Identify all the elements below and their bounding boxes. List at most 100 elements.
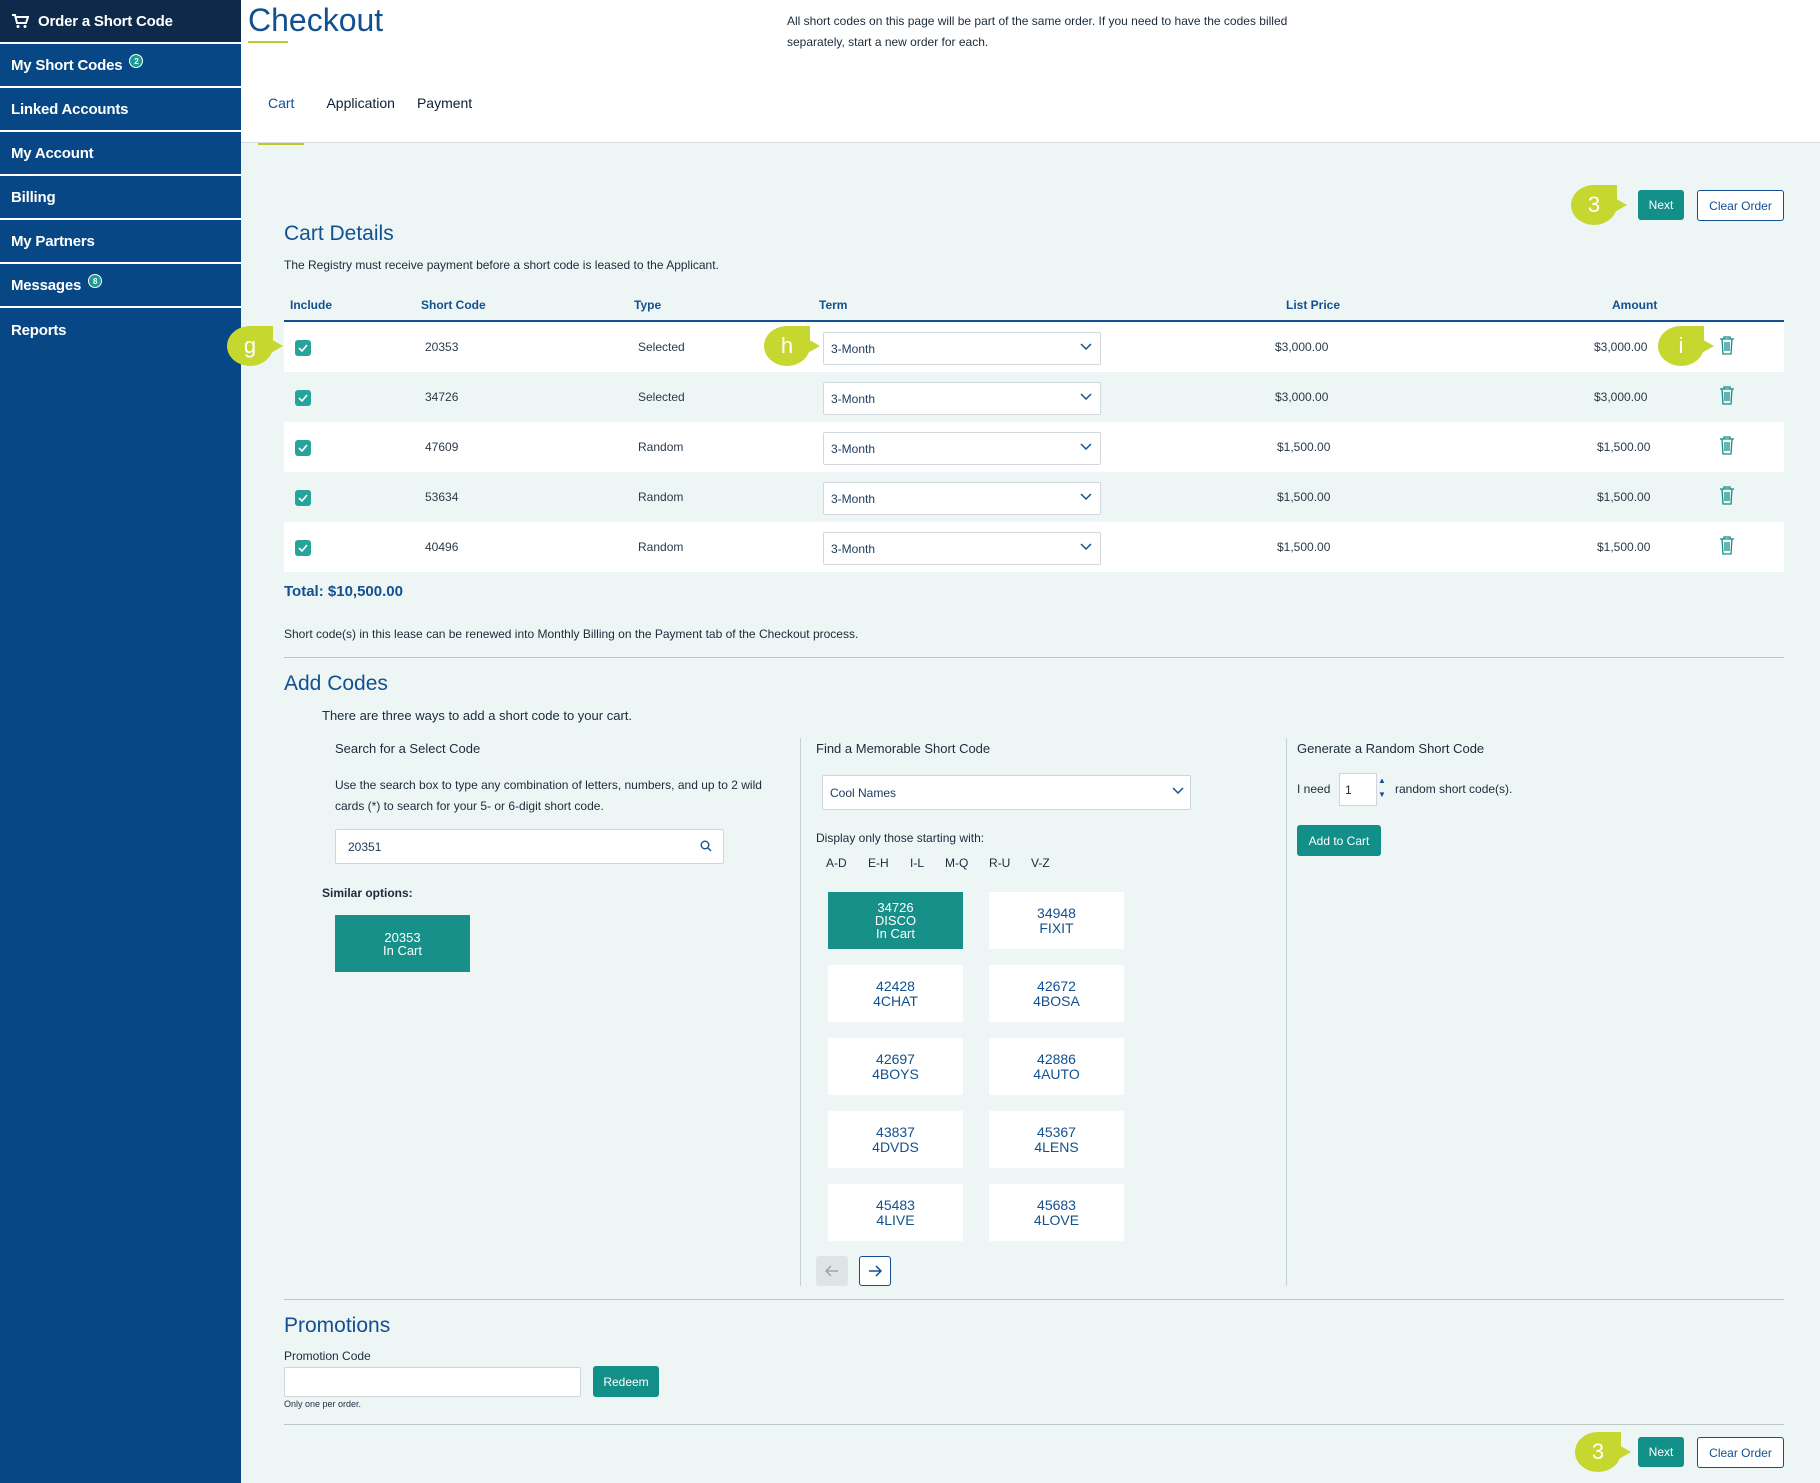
similar-options-label: Similar options: [322, 886, 413, 900]
title-underline [248, 41, 288, 43]
category-select[interactable]: Cool Names [822, 775, 1191, 810]
range-filter[interactable]: R-U [989, 856, 1010, 870]
search-icon[interactable] [700, 840, 712, 852]
tile-code: 42672 [1037, 977, 1076, 994]
tile-code: 42886 [1037, 1050, 1076, 1067]
tab-application[interactable]: Application [326, 95, 395, 145]
add-to-cart-button[interactable]: Add to Cart [1297, 825, 1381, 856]
tile-name: 4CHAT [873, 992, 918, 1009]
sidebar-item-billing[interactable]: Billing [0, 176, 241, 220]
term-value: 3-Month [831, 392, 876, 406]
include-checkbox[interactable] [295, 540, 311, 556]
sidebar-item-messages[interactable]: Messages 8 [0, 264, 241, 308]
list-price-cell: $1,500.00 [1277, 540, 1331, 554]
sidebar-item-my-account[interactable]: My Account [0, 132, 241, 176]
prev-page-button[interactable] [816, 1256, 848, 1286]
next-page-button[interactable] [859, 1256, 891, 1286]
term-select[interactable]: 3-Month [823, 432, 1101, 465]
term-select[interactable]: 3-Month [823, 382, 1101, 415]
sidebar-item-my-short-codes[interactable]: My Short Codes 2 [0, 44, 241, 88]
range-filter[interactable]: I-L [910, 856, 924, 870]
tile-name: 4BOSA [1033, 992, 1080, 1009]
sidebar-item-order-short-code[interactable]: Order a Short Code [0, 0, 241, 44]
column-header: Short Code [421, 298, 486, 312]
include-checkbox[interactable] [295, 390, 311, 406]
sidebar-item-linked-accounts[interactable]: Linked Accounts [0, 88, 241, 132]
range-filter[interactable]: M-Q [945, 856, 968, 870]
type-cell: Selected [638, 340, 685, 354]
sidebar-item-reports[interactable]: Reports [0, 308, 241, 352]
callout-marker: 3 [1571, 185, 1627, 225]
table-row: 34726 Selected 3-Month $3,000.00 $3,000.… [284, 372, 1784, 422]
term-value: 3-Month [831, 342, 876, 356]
memorable-code-tile[interactable]: 42428 4CHAT [828, 965, 963, 1022]
range-filter[interactable]: V-Z [1031, 856, 1050, 870]
tile-code: 42697 [876, 1050, 915, 1067]
term-select[interactable]: 3-Month [823, 532, 1101, 565]
promotion-code-input[interactable] [284, 1367, 581, 1397]
memorable-code-tile[interactable]: 45683 4LOVE [989, 1184, 1124, 1241]
tile-code: 45367 [1037, 1123, 1076, 1140]
memorable-code-tile[interactable]: 42886 4AUTO [989, 1038, 1124, 1095]
quantity-stepper[interactable]: ▲ ▼ [1378, 774, 1386, 802]
clear-order-button[interactable]: Clear Order [1697, 190, 1784, 221]
column-header: Amount [1612, 298, 1658, 312]
next-button[interactable]: Next [1638, 190, 1684, 220]
trash-icon[interactable] [1719, 436, 1735, 455]
range-filter[interactable]: A-D [826, 856, 847, 870]
chevron-down-icon [1080, 543, 1092, 551]
page-title: Checkout [248, 2, 384, 38]
tile-code: 43837 [876, 1123, 915, 1140]
term-select[interactable]: 3-Month [823, 332, 1101, 365]
callout-marker: i [1658, 326, 1714, 366]
range-filter[interactable]: E-H [868, 856, 889, 870]
memorable-code-tile[interactable]: 45483 4LIVE [828, 1184, 963, 1241]
clear-order-button[interactable]: Clear Order [1697, 1437, 1784, 1468]
term-select[interactable]: 3-Month [823, 482, 1101, 515]
chevron-down-icon [1080, 443, 1092, 451]
sidebar-item-my-partners[interactable]: My Partners [0, 220, 241, 264]
short-code-cell: 53634 [425, 490, 459, 504]
tile-code: 42428 [876, 977, 915, 994]
filter-label: Display only those starting with: [816, 831, 985, 845]
similar-code-tile[interactable]: 20353 In Cart [335, 915, 470, 972]
tab-payment[interactable]: Payment [417, 95, 472, 145]
trash-icon[interactable] [1719, 536, 1735, 555]
memorable-code-tile[interactable]: 34726 DISCO In Cart [828, 892, 963, 949]
type-cell: Random [638, 490, 684, 504]
sidebar-item-label: My Account [11, 144, 94, 162]
memorable-code-tile[interactable]: 34948 FIXIT [989, 892, 1124, 949]
sidebar-item-label: Billing [11, 188, 56, 206]
trash-icon[interactable] [1719, 336, 1735, 355]
tab-cart[interactable]: Cart [258, 95, 305, 145]
include-checkbox[interactable] [295, 490, 311, 506]
include-checkbox[interactable] [295, 440, 311, 456]
renew-note: Short code(s) in this lease can be renew… [284, 627, 859, 641]
trash-icon[interactable] [1719, 386, 1735, 405]
amount-cell: $1,500.00 [1597, 440, 1651, 454]
memorable-code-tile[interactable]: 43837 4DVDS [828, 1111, 963, 1168]
memorable-code-tile[interactable]: 42697 4BOYS [828, 1038, 963, 1095]
trash-icon[interactable] [1719, 486, 1735, 505]
short-code-cell: 47609 [425, 440, 459, 454]
type-cell: Selected [638, 390, 685, 404]
redeem-button[interactable]: Redeem [593, 1366, 659, 1397]
tile-name: 4LIVE [876, 1211, 915, 1228]
memorable-column-title: Find a Memorable Short Code [816, 741, 991, 756]
column-header: Type [634, 298, 662, 312]
memorable-code-tile[interactable]: 42672 4BOSA [989, 965, 1124, 1022]
memorable-code-tile[interactable]: 45367 4LENS [989, 1111, 1124, 1168]
quantity-input[interactable]: 1 [1339, 773, 1377, 806]
random-column-title: Generate a Random Short Code [1297, 741, 1485, 756]
amount-cell: $1,500.00 [1597, 490, 1651, 504]
page-header: Checkout All short codes on this page wi… [241, 0, 1820, 145]
add-codes-title: Add Codes [284, 672, 388, 695]
include-checkbox[interactable] [295, 340, 311, 356]
cart-details-subtitle: The Registry must receive payment before… [284, 258, 719, 272]
short-code-cell: 34726 [425, 390, 459, 404]
search-input[interactable]: 20351 [335, 829, 724, 864]
divider [284, 1424, 1784, 1425]
tile-code: 20353 [384, 929, 421, 945]
next-button[interactable]: Next [1638, 1437, 1684, 1467]
column-divider [1286, 738, 1287, 1286]
